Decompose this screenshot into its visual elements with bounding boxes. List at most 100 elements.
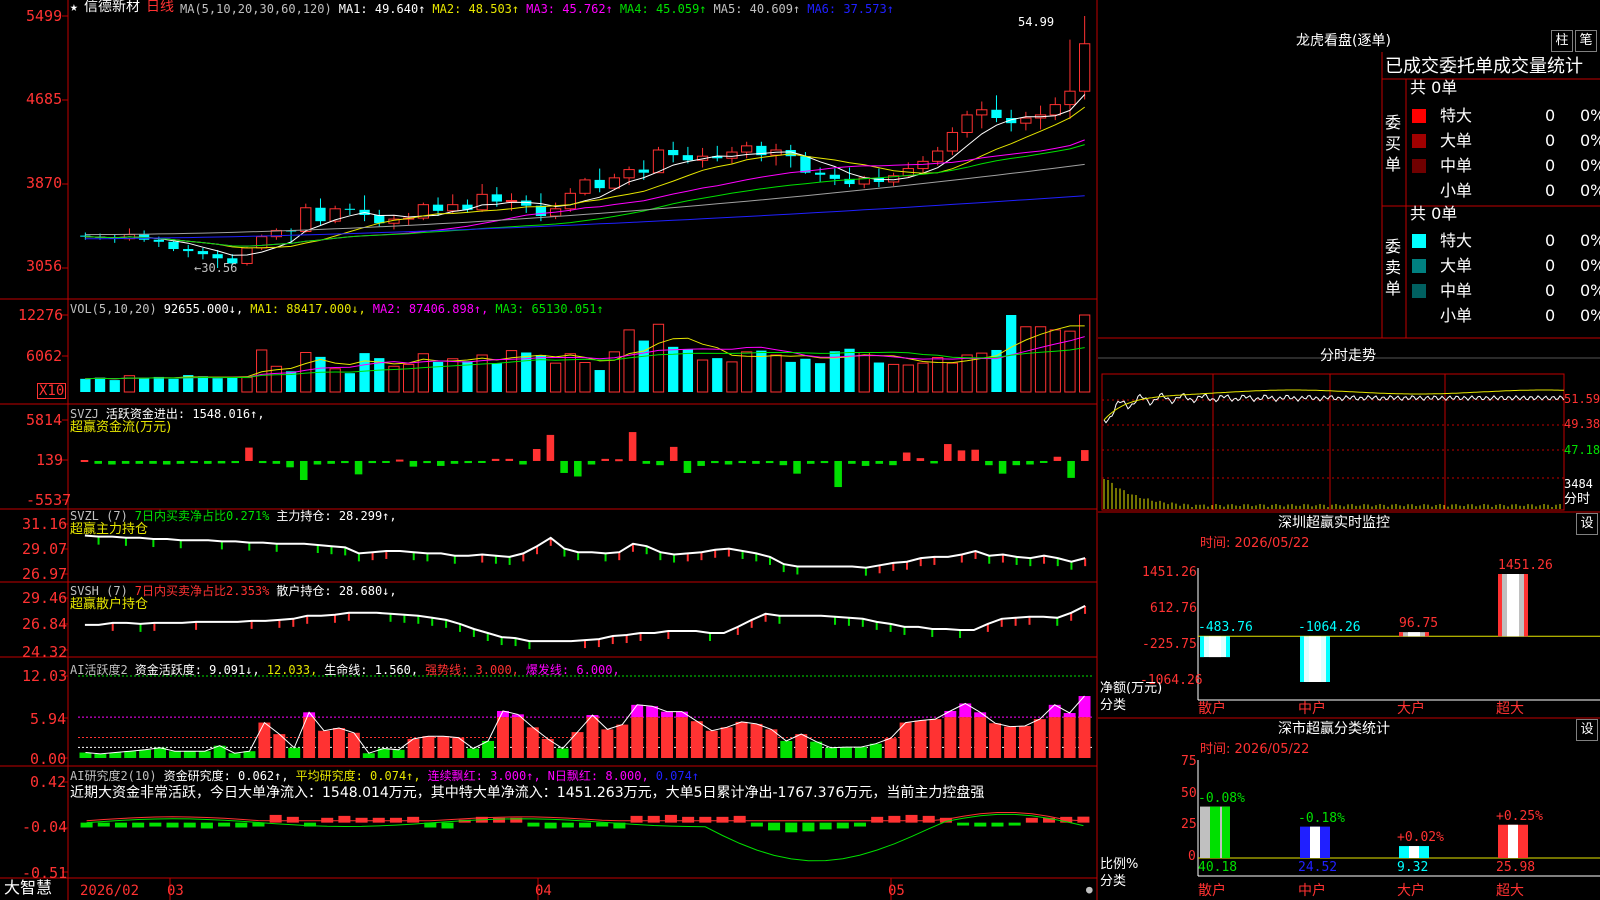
sz-class-y-tick: 50	[1181, 786, 1197, 801]
sz-class-title: 深市超赢分类统计	[1278, 721, 1390, 737]
stock-name: 信德新材	[84, 0, 140, 15]
order-color-swatch	[1412, 284, 1426, 298]
activity-bar	[183, 751, 196, 758]
class-change-label: -0.08%	[1198, 790, 1245, 806]
sell-order-label: 委卖单	[1385, 237, 1402, 298]
activity-bar	[526, 727, 539, 758]
x-axis-label: 03	[167, 883, 184, 899]
legend-item: MA2: 48.503↑	[432, 2, 520, 16]
fund-flow-bar	[258, 460, 267, 464]
fund-flow-bar	[587, 460, 596, 465]
research-bar	[149, 822, 162, 827]
activity-bar	[139, 749, 152, 758]
candle-body	[946, 131, 959, 152]
fund-flow-bar	[1053, 456, 1062, 461]
fund-flow-bar	[108, 460, 116, 465]
monitor-bar-edge	[1300, 636, 1304, 682]
lock-icon[interactable]: ●	[1086, 883, 1093, 897]
high-price-label: 54.99	[1018, 15, 1055, 29]
bar-mode-button[interactable]: 柱	[1551, 30, 1573, 52]
research-bar	[957, 822, 970, 826]
order-pct: 0%	[1580, 156, 1600, 175]
candle-body	[961, 114, 973, 133]
tick-mode-button[interactable]: 笔	[1575, 30, 1597, 52]
svzl-y-tick: 31.16	[22, 515, 68, 533]
class-category-label: 超大	[1496, 883, 1524, 899]
sz-class-y-tick: 25	[1181, 817, 1197, 832]
candle-body	[623, 169, 635, 179]
candle-body	[447, 204, 459, 212]
activity-bar	[437, 736, 450, 758]
fund-flow-bar	[519, 460, 527, 465]
activity-bar	[332, 728, 345, 758]
fund-flow-bar	[546, 434, 555, 461]
activity-bar	[735, 721, 748, 758]
class-category-label: 大户	[1397, 883, 1425, 899]
fund-flow-bar	[190, 460, 198, 464]
research-bar	[407, 816, 420, 823]
order-pct: 0%	[1580, 256, 1600, 275]
svsh-y-tick: 26.84	[22, 615, 68, 633]
order-stats-tabs[interactable]: 已成交委托单成交量统计	[1385, 56, 1583, 78]
main-chart-area[interactable]	[0, 0, 1100, 900]
candle-body	[432, 204, 444, 211]
research-bar	[218, 822, 231, 827]
volume-bar	[227, 376, 238, 392]
fund-flow-bar	[450, 460, 459, 464]
fund-flow-bar	[889, 460, 897, 466]
research-bar	[853, 822, 866, 827]
sz-monitor-settings-button[interactable]: 设	[1576, 513, 1598, 535]
svzl-legend: SVZL (7) 7日内买卖净占比0.271% 主力持仓: 28.299↑,	[70, 509, 404, 523]
research-bar	[836, 822, 849, 829]
ai-research-y-tick: 0.42	[30, 773, 67, 791]
timeshare-frame	[1101, 373, 1565, 511]
fund-flow-bar	[560, 460, 568, 473]
research-bar	[974, 822, 987, 827]
stock-star-icon[interactable]: ★	[70, 1, 78, 15]
ma-line-2	[85, 106, 1085, 249]
legend-item: SVZL (7)	[70, 509, 128, 523]
activity-bar	[228, 753, 241, 758]
timeshare-unit: 分时	[1564, 492, 1591, 507]
fund-flow-bar	[861, 460, 870, 466]
volume-bar	[344, 373, 356, 392]
legend-item: VOL(5,10,20)	[70, 302, 157, 316]
candle-body	[300, 207, 312, 232]
candle-body	[1049, 104, 1061, 116]
candle-body	[668, 149, 679, 156]
ai-research-legend: AI研究度2(10) 资金研究度: 0.062↑, 平均研究度: 0.074↑, 连续…	[70, 769, 706, 783]
timeshare-title[interactable]: 分时走势	[1320, 349, 1376, 363]
activity-bar	[497, 717, 509, 758]
x-axis-label: 05	[888, 883, 905, 899]
candle-body	[682, 155, 694, 161]
fund-flow-bar	[752, 460, 760, 464]
volume-bar	[579, 362, 591, 393]
fund-flow-bar	[930, 460, 938, 464]
activity-bar	[944, 717, 957, 758]
fund-flow-bar	[299, 460, 308, 481]
period-label[interactable]: 日线	[146, 0, 174, 14]
research-bar	[1025, 817, 1038, 823]
research-bar	[750, 822, 763, 827]
monitor-category-label: 超大	[1496, 701, 1524, 717]
order-name: 小单	[1440, 306, 1473, 325]
legend-item: 0.074↑	[655, 769, 700, 783]
fund-flow-bar	[1081, 450, 1089, 461]
candle-body	[344, 208, 356, 210]
sz-class-settings-button[interactable]: 设	[1576, 719, 1598, 741]
vol-y-tick: 6062	[26, 347, 63, 365]
sz-monitor-xlabel: 分类	[1100, 698, 1127, 713]
fund-flow-bar	[368, 460, 377, 464]
brand-label: 大智慧	[4, 878, 53, 897]
legend-item: SVZJ	[70, 407, 99, 421]
activity-bar	[646, 717, 659, 758]
research-bar	[991, 822, 1004, 827]
activity-bar	[1048, 717, 1061, 758]
sz-class-time: 时间: 2026/05/22	[1200, 742, 1310, 757]
class-value-label: 25.98	[1496, 860, 1536, 875]
activity-bar-burst	[1078, 696, 1091, 718]
candle-body	[212, 254, 223, 259]
activity-bar	[631, 717, 644, 758]
legend-item: 主力持仓: 28.299↑,	[276, 509, 397, 523]
legend-item: MA(5,10,20,30,60,120)	[180, 2, 332, 16]
